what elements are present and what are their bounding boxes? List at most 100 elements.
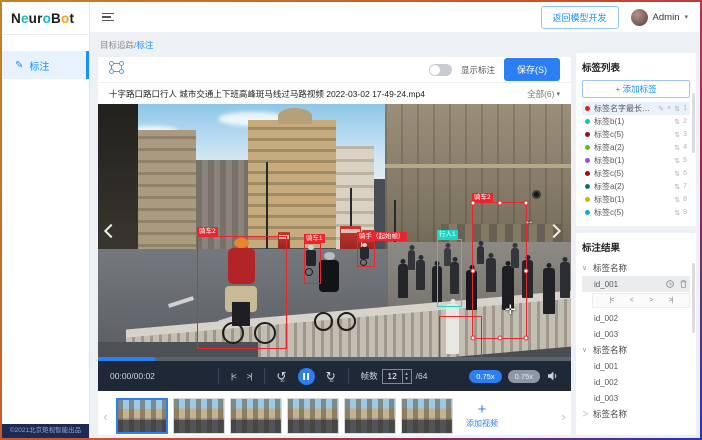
video-thumbnail[interactable] xyxy=(287,398,339,434)
shortcut-number: 3 xyxy=(683,131,687,138)
resize-handle[interactable] xyxy=(497,336,502,341)
user-menu[interactable]: Admin ▾ xyxy=(631,9,688,26)
resize-handle[interactable] xyxy=(524,268,529,273)
label-list-item[interactable]: 标签c(5) ⇅3 xyxy=(582,128,690,141)
sidebar-item-annotate[interactable]: ✎ 标注 xyxy=(2,51,89,79)
result-group-header[interactable]: ∨标签名称 xyxy=(582,342,690,358)
logo-letter: e xyxy=(21,11,29,26)
scrollbar[interactable] xyxy=(692,93,695,153)
group-name: 标签名称 xyxy=(593,262,627,274)
breadcrumb-root[interactable]: 目标追踪 xyxy=(100,40,134,50)
logo-letter: B xyxy=(51,11,61,26)
scrollbar[interactable] xyxy=(692,263,695,333)
result-item[interactable]: id_003 xyxy=(582,390,690,406)
filmstrip: ‹ + 添加视频 › xyxy=(98,391,571,435)
next-frame-icon[interactable]: > xyxy=(649,297,652,304)
result-group-header[interactable]: ＞标签名称 xyxy=(582,406,690,422)
sidebar-item-label: 标注 xyxy=(29,58,49,73)
label-list-panel: 标签列表 + 添加标签 标签名字最长数... ✎×⇅1 标签b(1) ⇅2 标签… xyxy=(576,53,696,226)
logo-letter: o xyxy=(61,11,69,26)
filmstrip-right-chevron[interactable]: › xyxy=(558,410,569,423)
trash-icon[interactable] xyxy=(680,280,687,288)
jump-to-frame-icon[interactable] xyxy=(666,280,674,288)
speed-inactive-pill[interactable]: 0.75x xyxy=(508,370,540,383)
delete-icon[interactable]: × xyxy=(667,105,671,112)
result-item[interactable]: id_002 xyxy=(582,310,690,326)
bounding-box[interactable] xyxy=(439,316,482,357)
shortcut-number: 4 xyxy=(683,144,687,151)
rewind-10-button[interactable]: ↺10 xyxy=(277,370,287,382)
video-thumbnail[interactable] xyxy=(230,398,282,434)
filmstrip-left-chevron[interactable]: ‹ xyxy=(100,410,111,423)
neurobot-app: NeuroBot ✎ 标注 ©2021北京矩视智能出品 返回模型开发 Admin… xyxy=(2,2,700,438)
chevron-down-icon: ▾ xyxy=(684,13,688,21)
resize-handle[interactable] xyxy=(471,201,476,206)
video-progress-bar[interactable] xyxy=(98,357,571,361)
result-item[interactable]: id_001 xyxy=(582,276,690,292)
video-thumbnail[interactable] xyxy=(344,398,396,434)
label-list-item[interactable]: 标签c(5) ⇅6 xyxy=(582,167,690,180)
label-name: 标签a(2) xyxy=(594,181,670,192)
label-color-dot xyxy=(585,197,590,202)
label-list-item[interactable]: 标签a(2) ⇅7 xyxy=(582,180,690,193)
edit-icon[interactable]: ✎ xyxy=(658,105,664,113)
shortcut-icon: ⇅ xyxy=(674,196,680,204)
volume-icon[interactable] xyxy=(548,371,559,381)
bounding-box[interactable]: 骑手（起始帧） xyxy=(357,241,375,267)
result-item[interactable]: id_002 xyxy=(582,374,690,390)
result-item[interactable]: id_003 xyxy=(582,326,690,342)
label-list-item[interactable]: 标签b(1) ⇅8 xyxy=(582,193,690,206)
box-label: 骑车1 xyxy=(304,234,325,243)
video-thumbnail[interactable] xyxy=(173,398,225,434)
label-list-item[interactable]: 标签a(2) ⇅4 xyxy=(582,141,690,154)
prev-frame-button[interactable]: |< xyxy=(231,372,236,381)
label-list-item[interactable]: 标签名字最长数... ✎×⇅1 xyxy=(582,102,690,115)
label-list-item[interactable]: 标签b(1) ⇅2 xyxy=(582,115,690,128)
label-name: 标签a(2) xyxy=(594,142,670,153)
label-list-title: 标签列表 xyxy=(582,60,690,74)
breadcrumb-current: 标注 xyxy=(136,40,153,50)
first-frame-icon[interactable]: |< xyxy=(609,297,613,304)
prev-frame-icon[interactable]: < xyxy=(630,297,633,304)
forward-10-button[interactable]: ↻10 xyxy=(326,370,336,382)
bounding-box[interactable]: 骑车2 xyxy=(197,236,287,349)
save-button[interactable]: 保存(S) xyxy=(504,58,560,81)
next-frame-button[interactable]: >| xyxy=(247,372,252,381)
shortcut-icon: ⇅ xyxy=(674,131,680,139)
video-title: 十字路口路口行人 城市交通上下班高峰斑马线过马路视频 2022-03-02 17… xyxy=(109,88,425,100)
frame-number-input[interactable]: 12 ▲▼ xyxy=(382,369,412,384)
add-video-button[interactable]: + 添加视频 xyxy=(458,395,506,435)
logo-letter: u xyxy=(29,11,37,26)
resize-handle[interactable] xyxy=(471,268,476,273)
frame-pager: |< < > >| xyxy=(592,293,690,308)
resize-handle[interactable] xyxy=(524,336,529,341)
shortcut-number: 5 xyxy=(683,157,687,164)
back-to-model-dev-button[interactable]: 返回模型开发 xyxy=(541,6,619,29)
collapse-menu-icon[interactable] xyxy=(102,13,114,22)
add-label-button[interactable]: + 添加标签 xyxy=(582,80,690,98)
filter-all-dropdown[interactable]: 全部(6) ▾ xyxy=(519,88,560,100)
bbox-tool-icon[interactable] xyxy=(109,61,124,79)
shortcut-icon: ⇅ xyxy=(674,170,680,178)
result-id: id_002 xyxy=(594,378,618,387)
bounding-box[interactable]: 骑车1 xyxy=(304,243,321,284)
time-display: 00:00/00:02 xyxy=(110,371,155,381)
resize-handle[interactable] xyxy=(497,201,502,206)
speed-active-pill[interactable]: 0.75x xyxy=(469,370,501,383)
bounding-box[interactable]: 行人1 xyxy=(437,239,462,307)
shortcut-icon: ⇅ xyxy=(674,209,680,217)
video-canvas[interactable]: 骑车2骑车1骑手（起始帧）行人1骑车2 ↔ ✛ xyxy=(98,104,571,357)
label-color-dot xyxy=(585,171,590,176)
resize-handle[interactable] xyxy=(524,201,529,206)
show-annotation-toggle[interactable] xyxy=(429,64,452,76)
result-group-header[interactable]: ∨标签名称 xyxy=(582,260,690,276)
video-thumbnail[interactable] xyxy=(401,398,453,434)
pause-button[interactable] xyxy=(298,368,315,385)
content: 目标追踪/标注 xyxy=(90,32,700,438)
video-thumbnail[interactable] xyxy=(116,398,168,434)
label-list-item[interactable]: 标签c(5) ⇅9 xyxy=(582,206,690,219)
last-frame-icon[interactable]: >| xyxy=(669,297,673,304)
label-list-item[interactable]: 标签b(1) ⇅5 xyxy=(582,154,690,167)
result-item[interactable]: id_001 xyxy=(582,358,690,374)
frame-stepper[interactable]: ▲▼ xyxy=(402,370,411,383)
